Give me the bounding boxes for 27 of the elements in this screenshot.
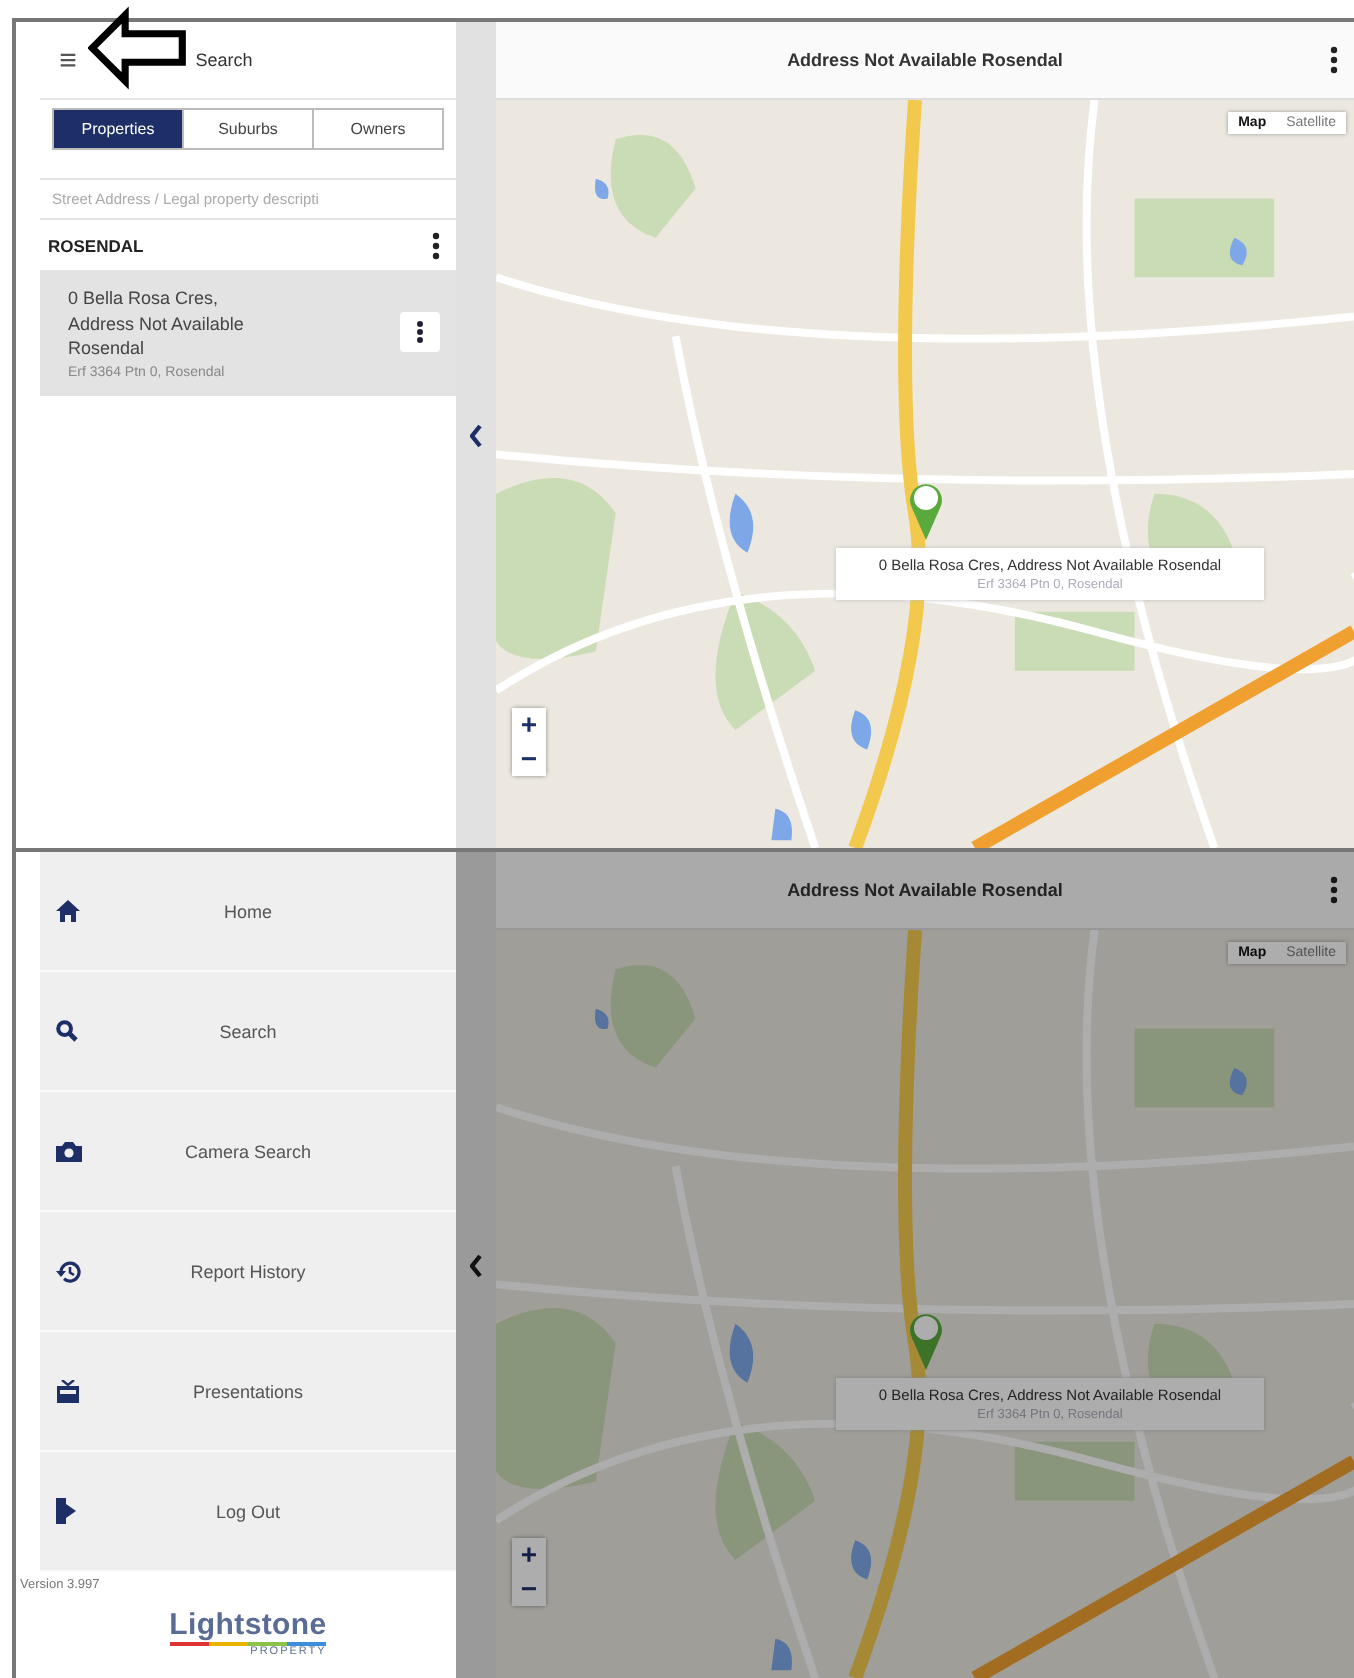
map-title: Address Not Available Rosendal (787, 880, 1063, 900)
result-options-button[interactable] (400, 312, 440, 353)
more-options-icon[interactable] (1330, 46, 1338, 74)
result-address-line: Rosendal (68, 336, 147, 362)
map-pin-icon[interactable] (908, 480, 944, 540)
presentation-icon (56, 1379, 80, 1403)
zoom-button[interactable]: + (512, 708, 546, 742)
result-address-line: Address Not Available (68, 311, 246, 337)
map-title: Address Not Available Rosendal (787, 50, 1063, 70)
more-options-icon[interactable] (1330, 876, 1338, 904)
search-icon (56, 1020, 78, 1042)
history-icon (56, 1259, 82, 1283)
suburb-heading: ROSENDAL (48, 236, 144, 256)
more-options-icon (416, 320, 424, 345)
result-address-line: 0 Bella Rosa Cres, (68, 286, 221, 312)
logout-door-icon (56, 1498, 78, 1524)
more-options-icon[interactable] (432, 232, 440, 260)
screen-title: Search (193, 50, 255, 70)
home-icon (56, 900, 80, 922)
zoom-button[interactable]: − (512, 1572, 546, 1606)
collapse-chevron-icon[interactable] (470, 1253, 482, 1277)
zoom-button[interactable]: + (512, 1538, 546, 1572)
search-type-tab[interactable]: Properties (54, 110, 182, 148)
zoom-button[interactable]: − (512, 742, 546, 776)
map-pin-icon[interactable] (908, 1310, 944, 1370)
collapse-chevron-icon[interactable] (470, 423, 482, 447)
camera-icon (56, 1140, 82, 1162)
